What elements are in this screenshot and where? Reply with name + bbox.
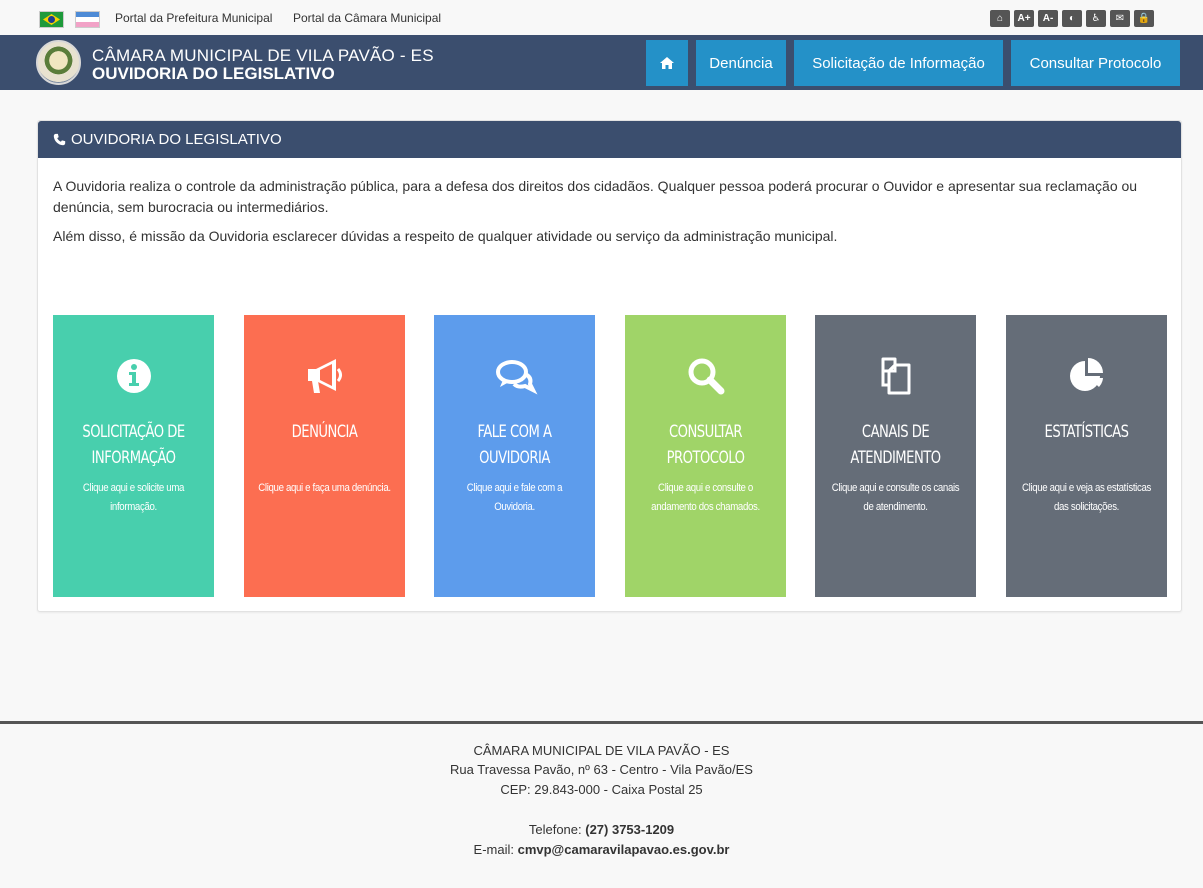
top-bar: Portal da Prefeitura Municipal Portal da… bbox=[0, 0, 1203, 35]
decrease-font-icon[interactable]: A- bbox=[1038, 10, 1058, 27]
copy-icon bbox=[881, 357, 910, 395]
footer-address: Rua Travessa Pavão, nº 63 - Centro - Vil… bbox=[450, 762, 753, 777]
footer-phone: Telefone: (27) 3753-1209 bbox=[0, 822, 1203, 837]
panel-title: OUVIDORIA DO LEGISLATIVO bbox=[71, 131, 282, 148]
footer-email: E-mail: cmvp@camaravilapavao.es.gov.br bbox=[0, 842, 1203, 857]
comments-icon bbox=[495, 360, 537, 395]
footer-email-value[interactable]: cmvp@camaravilapavao.es.gov.br bbox=[518, 842, 730, 857]
panel-header: OUVIDORIA DO LEGISLATIVO bbox=[38, 121, 1181, 158]
home-icon bbox=[660, 57, 674, 69]
info-icon bbox=[116, 359, 151, 393]
nav-home-button[interactable] bbox=[646, 40, 688, 86]
home-icon[interactable]: ⌂ bbox=[990, 10, 1010, 27]
municipal-seal-logo[interactable] bbox=[36, 40, 81, 85]
card-fale-com-ouvidoria[interactable]: FALE COM A OUVIDORIA Clique aqui e fale … bbox=[434, 315, 595, 597]
footer-phone-value: (27) 3753-1209 bbox=[585, 822, 675, 837]
nav-denuncia[interactable]: Denúncia bbox=[696, 40, 786, 86]
card-description: Clique aqui e consulte o andamento dos c… bbox=[651, 482, 760, 513]
card-description: Clique aqui e veja as estatísticas das s… bbox=[1021, 482, 1152, 513]
intro-paragraph: A Ouvidoria realiza o controle da admini… bbox=[53, 178, 1138, 215]
lock-icon[interactable]: 🔒 bbox=[1134, 10, 1154, 27]
espirito-santo-flag-icon[interactable] bbox=[75, 11, 100, 28]
footer-phone-label: Telefone: bbox=[528, 822, 586, 837]
footer-name: CÂMARA MUNICIPAL DE VILA PAVÃO - ES bbox=[473, 743, 730, 758]
mission-paragraph: Além disso, é missão da Ouvidoria esclar… bbox=[53, 228, 838, 244]
accessibility-icon[interactable]: ♿ bbox=[1086, 10, 1106, 27]
site-header: CÂMARA MUNICIPAL DE VILA PAVÃO - ES OUVI… bbox=[0, 35, 1203, 90]
envelope-icon[interactable]: ✉ bbox=[1110, 10, 1130, 27]
card-description: Clique aqui e solicite uma informação. bbox=[82, 482, 185, 513]
site-subtitle[interactable]: OUVIDORIA DO LEGISLATIVO bbox=[92, 64, 335, 84]
card-canais-atendimento[interactable]: CANAIS DE ATENDIMENTO Clique aqui e cons… bbox=[815, 315, 976, 597]
nav-consultar-protocolo[interactable]: Consultar Protocolo bbox=[1011, 40, 1180, 86]
link-portal-camara[interactable]: Portal da Câmara Municipal bbox=[293, 11, 441, 25]
ouvidoria-panel: OUVIDORIA DO LEGISLATIVO A Ouvidoria rea… bbox=[37, 120, 1182, 612]
pie-chart-icon bbox=[1069, 358, 1103, 391]
search-icon bbox=[688, 358, 724, 395]
contrast-icon[interactable]: ◐ bbox=[1062, 10, 1082, 27]
card-title: CANAIS DE ATENDIMENTO bbox=[850, 422, 941, 468]
card-description: Clique aqui e fale com a Ouvidoria. bbox=[466, 482, 563, 513]
card-title: SOLICITAÇÃO DE INFORMAÇÃO bbox=[82, 422, 185, 468]
link-portal-prefeitura[interactable]: Portal da Prefeitura Municipal bbox=[115, 11, 272, 25]
bullhorn-icon bbox=[307, 359, 342, 393]
phone-icon bbox=[53, 133, 66, 146]
footer-email-label: E-mail: bbox=[473, 842, 518, 857]
card-solicitacao-informacao[interactable]: SOLICITAÇÃO DE INFORMAÇÃO Clique aqui e … bbox=[53, 315, 214, 597]
site-footer: CÂMARA MUNICIPAL DE VILA PAVÃO - ES Rua … bbox=[0, 721, 1203, 888]
accessibility-toolbar: ⌂ A+ A- ◐ ♿ ✉ 🔒 bbox=[990, 10, 1154, 27]
card-title: DENÚNCIA bbox=[291, 422, 358, 442]
increase-font-icon[interactable]: A+ bbox=[1014, 10, 1034, 27]
card-title: FALE COM A OUVIDORIA bbox=[477, 422, 552, 468]
card-title: ESTATÍSTICAS bbox=[1044, 422, 1129, 442]
card-denuncia[interactable]: DENÚNCIA Clique aqui e faça uma denúncia… bbox=[244, 315, 405, 597]
card-consultar-protocolo[interactable]: CONSULTAR PROTOCOLO Clique aqui e consul… bbox=[625, 315, 786, 597]
nav-solicitacao-informacao[interactable]: Solicitação de Informação bbox=[794, 40, 1003, 86]
site-title[interactable]: CÂMARA MUNICIPAL DE VILA PAVÃO - ES bbox=[92, 46, 434, 66]
brazil-flag-icon[interactable] bbox=[39, 11, 64, 28]
card-description: Clique aqui e consulte os canais de aten… bbox=[831, 482, 960, 513]
card-title: CONSULTAR PROTOCOLO bbox=[666, 422, 745, 468]
card-estatisticas[interactable]: ESTATÍSTICAS Clique aqui e veja as estat… bbox=[1006, 315, 1167, 597]
footer-cep: CEP: 29.843-000 - Caixa Postal 25 bbox=[500, 782, 703, 797]
card-description: Clique aqui e faça uma denúncia. bbox=[258, 482, 391, 494]
